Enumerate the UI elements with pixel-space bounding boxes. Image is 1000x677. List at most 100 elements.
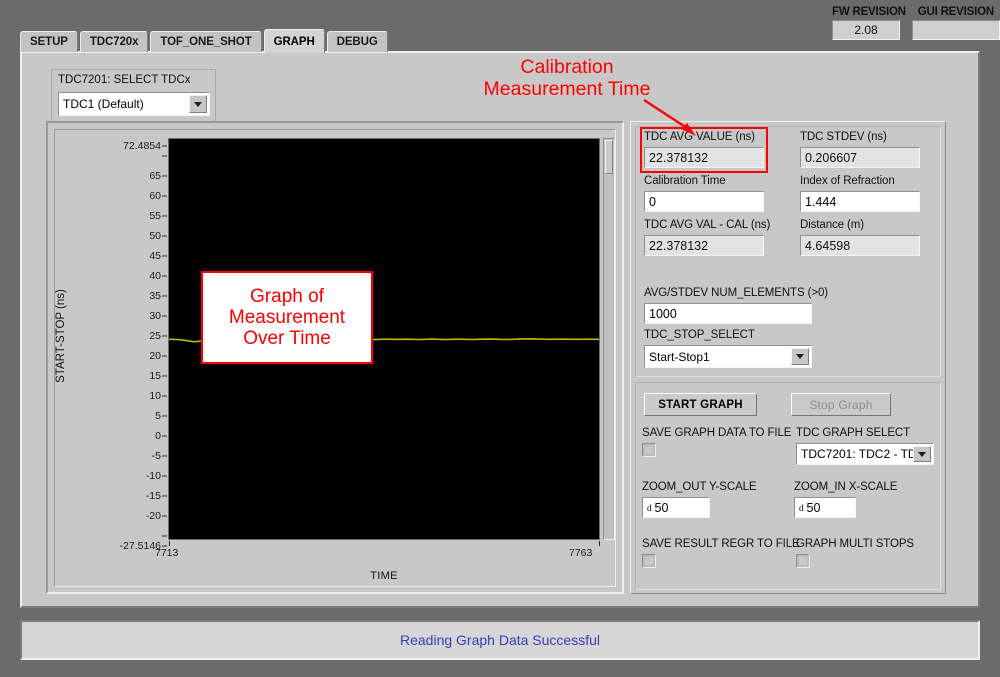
y-tick-label: 15 — [149, 370, 161, 382]
graph-tab-panel: TDC7201: SELECT TDCx TDC1 (Default) 72.4… — [20, 51, 980, 608]
tdcx-select-dropdown[interactable]: TDC1 (Default) — [58, 92, 210, 116]
start-graph-button[interactable]: START GRAPH — [644, 393, 757, 416]
gui-revision-block: GUI REVISION — [912, 6, 1000, 40]
save-graph-data-label: SAVE GRAPH DATA TO FILE — [642, 427, 791, 439]
callout-line1: Calibration — [452, 56, 682, 78]
tdc-stop-select-dropdown[interactable]: Start-Stop1 — [644, 345, 812, 368]
readout-subpanel: TDC AVG VALUE (ns) 22.378132 TDC STDEV (… — [635, 126, 941, 377]
y-tick-mark — [162, 355, 167, 356]
y-tick-label: 0 — [155, 430, 161, 442]
y-tick-mark — [162, 235, 167, 236]
y-tick-mark — [162, 146, 167, 147]
tdc-stdev-field: 0.206607 — [800, 147, 920, 168]
tab-setup[interactable]: SETUP — [20, 31, 78, 52]
gui-revision-field — [912, 20, 1000, 40]
y-tick-mark — [162, 255, 167, 256]
tdcx-select-group: TDC7201: SELECT TDCx TDC1 (Default) — [51, 69, 216, 124]
tab-tdc720x[interactable]: TDC720x — [80, 31, 149, 52]
status-message: Reading Graph Data Successful — [400, 632, 600, 648]
tdc-stdev-label: TDC STDEV (ns) — [800, 131, 887, 143]
zoom-out-y-scale-input[interactable]: d 50 — [642, 497, 710, 518]
tdc-avg-minus-cal-label: TDC AVG VAL - CAL (ns) — [644, 219, 770, 231]
revision-panel: FW REVISION 2.08 GUI REVISION — [832, 6, 1000, 40]
y-tick-mark — [162, 215, 167, 216]
graph-container: 72.485465605550454035302520151050-5-10-1… — [46, 121, 624, 594]
y-tick-mark — [162, 155, 167, 156]
y-tick-mark — [162, 175, 167, 176]
graph-annotation-note: Graph of Measurement Over Time — [201, 271, 373, 364]
fw-revision-block: FW REVISION 2.08 — [832, 6, 906, 40]
y-tick-mark — [162, 495, 167, 496]
save-graph-data-checkbox[interactable] — [642, 443, 656, 457]
gui-revision-label: GUI REVISION — [912, 6, 1000, 18]
y-tick-label: 72.4854 — [123, 140, 161, 152]
zoom-in-x-scale-input[interactable]: d 50 — [794, 497, 856, 518]
chevron-down-icon[interactable] — [791, 348, 809, 365]
y-tick-label: 55 — [149, 210, 161, 222]
y-tick-mark — [162, 535, 167, 536]
y-tick-label: 25 — [149, 330, 161, 342]
y-tick-label: 45 — [149, 250, 161, 262]
control-panel: TDC AVG VALUE (ns) 22.378132 TDC STDEV (… — [630, 121, 946, 594]
tab-graph[interactable]: GRAPH — [264, 29, 325, 53]
x-tick-mark — [169, 541, 170, 546]
y-axis-label: START-STOP (ns) — [55, 289, 67, 383]
index-of-refraction-input[interactable]: 1.444 — [800, 191, 920, 212]
index-of-refraction-label: Index of Refraction — [800, 175, 895, 187]
tdcx-select-value: TDC1 (Default) — [63, 97, 144, 111]
app-window: FW REVISION 2.08 GUI REVISION SETUP TDC7… — [0, 0, 1000, 677]
calibration-time-label: Calibration Time — [644, 175, 726, 187]
y-tick-mark — [162, 315, 167, 316]
y-tick-label: 20 — [149, 350, 161, 362]
y-tick-mark — [162, 295, 167, 296]
y-axis: 72.485465605550454035302520151050-5-10-1… — [55, 138, 167, 540]
calibration-time-input[interactable]: 0 — [644, 191, 764, 212]
y-tick-label: 5 — [155, 410, 161, 422]
y-tick-mark — [162, 515, 167, 516]
status-bar: Reading Graph Data Successful — [20, 620, 980, 660]
y-tick-mark — [162, 475, 167, 476]
tdcx-select-label: TDC7201: SELECT TDCx — [58, 74, 191, 86]
y-tick-mark — [162, 395, 167, 396]
plot-scrollbar-thumb[interactable] — [605, 140, 613, 174]
distance-field: 4.64598 — [800, 235, 920, 256]
chevron-down-icon[interactable] — [913, 446, 931, 462]
y-tick-label: 65 — [149, 170, 161, 182]
tdc-graph-select-dropdown[interactable]: TDC7201: TDC2 - TDC1 — [796, 443, 934, 465]
y-tick-label: 40 — [149, 270, 161, 282]
fw-revision-field: 2.08 — [832, 20, 900, 40]
x-tick-label: 7713 — [155, 547, 178, 559]
tab-debug[interactable]: DEBUG — [327, 31, 388, 52]
zoom-out-y-scale-value: 50 — [655, 501, 669, 515]
save-result-regr-label: SAVE RESULT REGR TO FILE — [642, 538, 800, 550]
tdc-avg-value-field: 22.378132 — [644, 147, 764, 168]
zoom-out-y-format-prefix: d — [647, 503, 652, 513]
x-tick-mark — [599, 541, 600, 546]
y-tick-label: -15 — [146, 490, 161, 502]
y-tick-mark — [162, 275, 167, 276]
graph-multi-stops-checkbox[interactable] — [796, 554, 810, 568]
y-tick-label: -5 — [152, 450, 161, 462]
save-result-regr-checkbox[interactable] — [642, 554, 656, 568]
graph-controls-subpanel: START GRAPH Stop Graph SAVE GRAPH DATA T… — [635, 382, 941, 590]
y-tick-label: 60 — [149, 190, 161, 202]
y-tick-label: 35 — [149, 290, 161, 302]
y-tick-mark — [162, 435, 167, 436]
x-axis-label: TIME — [168, 570, 600, 582]
stop-graph-button: Stop Graph — [791, 393, 891, 416]
y-tick-mark — [162, 415, 167, 416]
graph-note-line3: Over Time — [243, 328, 331, 349]
num-elements-input[interactable]: 1000 — [644, 303, 812, 324]
y-tick-label: 30 — [149, 310, 161, 322]
callout-arrow-icon — [640, 96, 710, 141]
tdc-stop-select-label: TDC_STOP_SELECT — [644, 329, 755, 341]
graph-note-line2: Measurement — [229, 307, 345, 328]
y-tick-mark — [162, 335, 167, 336]
y-tick-label: -10 — [146, 470, 161, 482]
plot-scrollbar[interactable] — [603, 138, 615, 540]
tab-tof-one-shot[interactable]: TOF_ONE_SHOT — [150, 31, 261, 52]
chevron-down-icon[interactable] — [189, 95, 207, 113]
x-tick-label: 7763 — [569, 547, 592, 559]
y-tick-mark — [162, 195, 167, 196]
y-tick-mark — [162, 375, 167, 376]
